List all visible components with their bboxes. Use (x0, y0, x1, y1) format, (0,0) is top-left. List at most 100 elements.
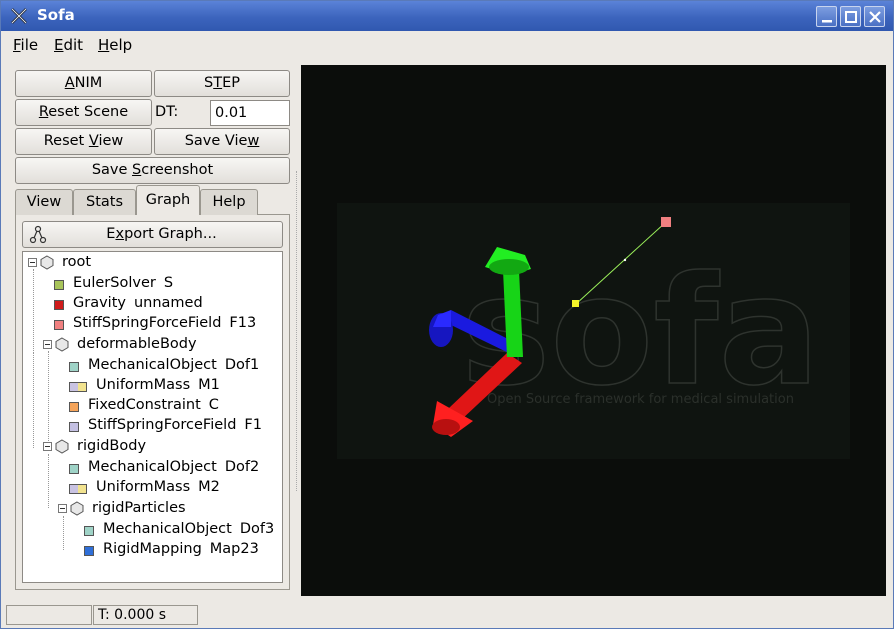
tree-node-name: Map23 (209, 541, 259, 557)
tree-node-type: RigidMapping (103, 541, 202, 557)
tree-node-name: F13 (229, 315, 257, 331)
menu-help-mnemonic: H (98, 36, 110, 54)
mass-component-icon (69, 484, 87, 494)
tree-node-type: MechanicalObject (88, 459, 217, 475)
status-left (6, 605, 92, 625)
tab-graph[interactable]: Graph (136, 185, 200, 215)
tree-node-label: rigidBody (77, 438, 147, 454)
tree-node-eulersolver[interactable]: EulerSolver S (26, 274, 276, 294)
reset-scene-mnemonic: R (38, 104, 49, 120)
tree-node-stiffspring-f13[interactable]: StiffSpringForceField F13 (26, 314, 276, 334)
tree-node-stiffspring-f1[interactable]: StiffSpringForceField F1 (26, 416, 276, 436)
tree-node-name: C (208, 397, 219, 413)
reset-view-mnemonic: V (88, 133, 99, 149)
node-hexagon-icon (55, 439, 69, 454)
tree-node-name: M2 (198, 479, 220, 495)
save-screenshot-button[interactable]: Save Screenshot (15, 157, 290, 184)
minimize-button[interactable] (816, 6, 837, 27)
anim-button[interactable]: ANIM (15, 70, 152, 97)
save-screenshot-label: creenshot (141, 162, 214, 178)
forcefield-component-icon (69, 422, 79, 432)
menu-edit[interactable]: Edit (54, 36, 83, 54)
tree-node-rigidmapping[interactable]: RigidMapping Map23 (26, 540, 282, 560)
menu-file-mnemonic: F (13, 36, 21, 54)
tree-node-type: MechanicalObject (88, 357, 217, 373)
tab-view[interactable]: View (15, 189, 73, 215)
tree-node-mechanicalobject-dof2[interactable]: MechanicalObject Dof2 (26, 458, 276, 478)
export-graph-button[interactable]: Export Graph... (22, 221, 283, 248)
tree-node-label: root (62, 254, 92, 270)
tree-node-type: UniformMass (96, 479, 191, 495)
step-button[interactable]: STEP (154, 70, 290, 97)
tree-node-fixedconstraint[interactable]: FixedConstraint C (26, 396, 276, 416)
tree-node-name: Dof2 (224, 459, 260, 475)
close-icon (869, 11, 881, 23)
mechanical-component-icon (69, 362, 79, 372)
anim-label: NIM (74, 75, 103, 91)
collapse-icon[interactable] (28, 258, 37, 267)
reset-scene-button[interactable]: Reset Scene (15, 99, 152, 126)
menu-file-label: ile (20, 36, 39, 54)
dt-input[interactable] (210, 100, 290, 126)
step-label: EP (222, 75, 240, 91)
reset-view-button[interactable]: Reset View (15, 128, 152, 155)
save-view-button[interactable]: Save View (154, 128, 290, 155)
collapse-icon[interactable] (43, 340, 52, 349)
tree-node-uniformmass-m1[interactable]: UniformMass M1 (26, 376, 276, 396)
graph-icon (29, 225, 47, 244)
tree-node-mechanicalobject-dof1[interactable]: MechanicalObject Dof1 (26, 356, 276, 376)
scene-graph-tree[interactable]: root EulerSolver S Gravity unnamed StiffSp… (22, 251, 283, 583)
reset-view-label-pre: Reset (43, 133, 89, 149)
tree-node-name: Dof1 (224, 357, 260, 373)
tree-node-type: FixedConstraint (88, 397, 201, 413)
tab-stats[interactable]: Stats (73, 189, 136, 215)
tree-node-rigidbody[interactable]: rigidBody (26, 437, 276, 457)
solver-component-icon (54, 280, 64, 290)
mapping-component-icon (84, 546, 94, 556)
tree-node-rigidparticles[interactable]: rigidParticles (26, 499, 276, 519)
dt-label: DT: (155, 104, 179, 120)
reset-scene-label: eset Scene (48, 104, 129, 120)
menu-help[interactable]: Help (98, 36, 132, 54)
minimize-icon (822, 20, 832, 23)
tree-node-type: Gravity (73, 295, 126, 311)
forcefield-component-icon (54, 320, 64, 330)
tree-node-root[interactable]: root (26, 253, 276, 273)
tree-node-name: unnamed (133, 295, 203, 311)
export-graph-label: port Graph... (124, 226, 217, 242)
collapse-icon[interactable] (43, 442, 52, 451)
save-screenshot-mnemonic: S (132, 162, 142, 178)
status-time: T: 0.000 s (93, 605, 198, 625)
reset-view-label: iew (98, 133, 124, 149)
collapse-icon[interactable] (58, 504, 67, 513)
mechanical-component-icon (69, 464, 79, 474)
save-view-label-pre: Save Vie (184, 133, 248, 149)
maximize-button[interactable] (840, 6, 861, 27)
gravity-component-icon (54, 300, 64, 310)
node-hexagon-icon (70, 501, 84, 516)
constraint-component-icon (69, 402, 79, 412)
node-hexagon-icon (40, 255, 54, 270)
tree-node-label: rigidParticles (92, 500, 186, 516)
tree-node-mechanicalobject-dof3[interactable]: MechanicalObject Dof3 (26, 520, 282, 540)
tree-node-name: F1 (244, 417, 262, 433)
tree-node-type: MechanicalObject (103, 521, 232, 537)
window-title: Sofa (37, 6, 75, 24)
close-button[interactable] (864, 6, 885, 27)
anim-mnemonic: A (64, 75, 75, 91)
tree-node-uniformmass-m2[interactable]: UniformMass M2 (26, 478, 276, 498)
tree-node-deformablebody[interactable]: deformableBody (26, 335, 276, 355)
mass-component-icon (69, 382, 87, 392)
tree-node-type: StiffSpringForceField (88, 417, 237, 433)
panel-splitter-handle[interactable] (296, 171, 299, 491)
title-bar[interactable]: Sofa (1, 1, 893, 31)
node-hexagon-icon (55, 337, 69, 352)
3d-viewport[interactable]: sofa Open Source framework for medical s… (301, 65, 886, 596)
tree-node-name: Dof3 (239, 521, 275, 537)
menu-file[interactable]: File (13, 36, 38, 54)
menu-help-label: elp (109, 36, 133, 54)
tab-help[interactable]: Help (200, 189, 258, 215)
tree-node-gravity[interactable]: Gravity unnamed (26, 294, 276, 314)
menu-edit-label: dit (63, 36, 84, 54)
menu-bar: File Edit Help (1, 31, 893, 57)
